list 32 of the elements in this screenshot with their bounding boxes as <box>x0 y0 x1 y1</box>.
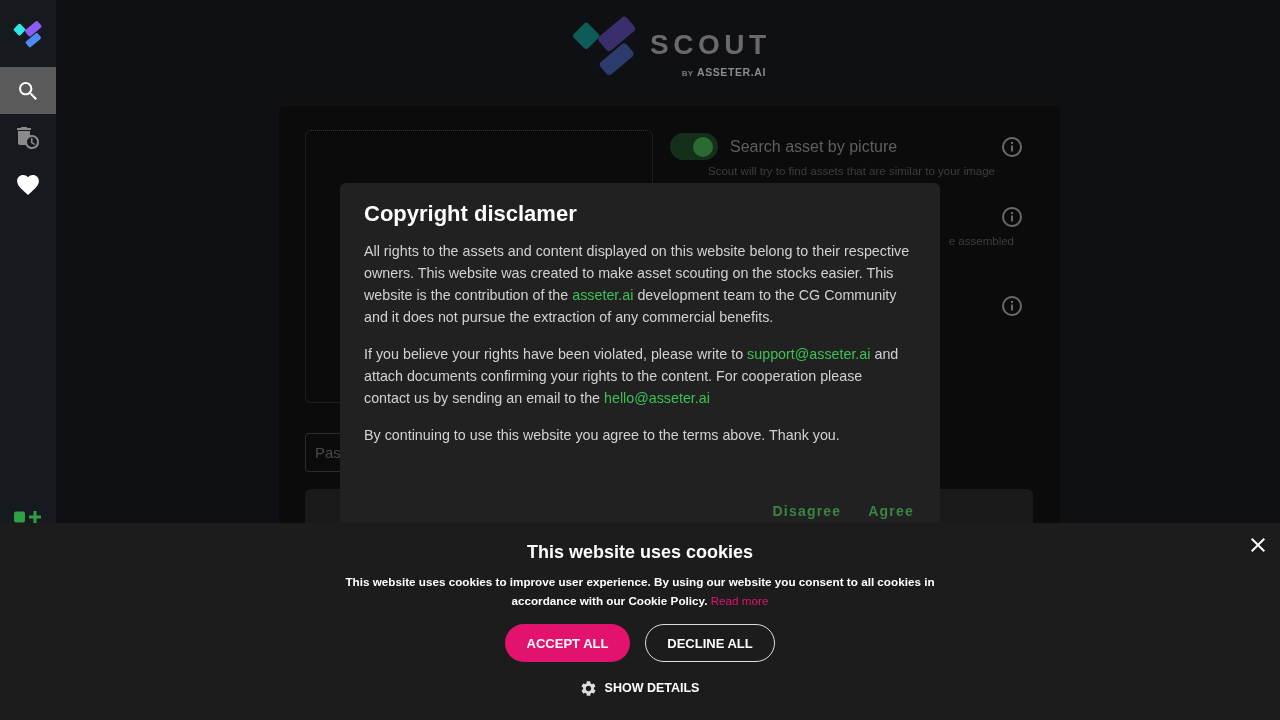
close-icon <box>1251 538 1265 552</box>
disclaimer-paragraph: All rights to the assets and content displayed on this website belong to their respective owners. This website was created to make asset scouting on the stocks easier. This website is the contribution of the asseter.ai development team to the CG Community and it does not pursue the extraction of any commercial benefits. <box>364 242 911 327</box>
text-link[interactable]: asseter.ai <box>572 287 634 303</box>
logo-icon[interactable] <box>13 19 43 48</box>
input-field[interactable]: Pas <box>305 433 341 472</box>
close-button[interactable] <box>1251 538 1265 552</box>
logo-company-text: ASSETER.AI <box>697 66 766 79</box>
cookie-text: This website uses cookies to improve user experience. By using our website you consent to all cookies in accordance with our Cookie Policy. Read more <box>344 574 936 609</box>
disclaimer-paragraph: By continuing to use this website you agree to the terms above. Thank you. <box>364 426 841 445</box>
bin-clock-icon <box>17 126 39 149</box>
square-plus-icon[interactable] <box>14 511 41 523</box>
info-icon[interactable] <box>1002 295 1022 316</box>
option-title: Search asset by picture <box>730 137 898 156</box>
dialog-title: Copyright disclamer <box>364 200 578 228</box>
logo-text: SCOUT <box>650 31 771 59</box>
text-link[interactable]: support@asseter.ai <box>747 346 871 362</box>
toggle-switch[interactable] <box>670 133 718 160</box>
settings-icon <box>580 680 596 696</box>
read-more-link[interactable]: Read more <box>710 594 769 607</box>
logo-by-text: BY <box>681 68 693 80</box>
cookie-title: This website uses cookies <box>526 541 754 563</box>
dialog-button[interactable]: Disagree <box>764 499 850 523</box>
disclaimer-paragraph: If you believe your rights have been violated, please write to support@asseter.ai and attach documents confirming your rights to the content. For cooperation please contact us by sending an email to the hello@asseter.ai <box>364 345 900 408</box>
logo-icon <box>572 14 638 77</box>
show-details-button[interactable]: SHOW DETAILS <box>580 678 700 698</box>
heart-icon <box>17 174 39 195</box>
dialog-button[interactable]: Agree <box>860 499 922 523</box>
info-icon[interactable] <box>1002 136 1022 157</box>
accept-button[interactable]: ACCEPT ALL <box>505 624 630 662</box>
search-icon <box>19 81 37 100</box>
text-link[interactable]: hello@asseter.ai <box>604 390 710 406</box>
info-icon[interactable] <box>1002 206 1022 227</box>
